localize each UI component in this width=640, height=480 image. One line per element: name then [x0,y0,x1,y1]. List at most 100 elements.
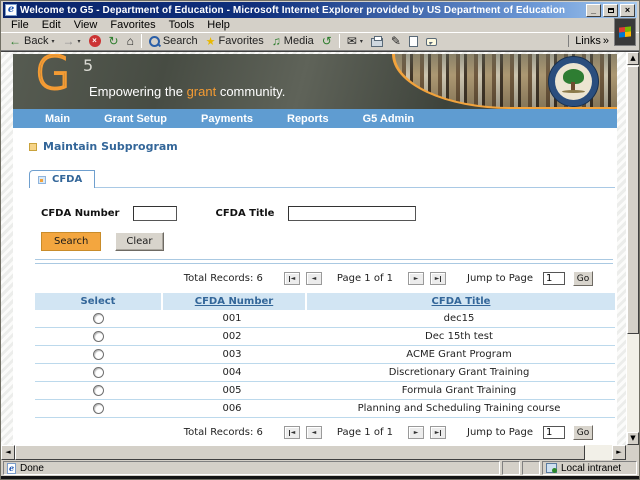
cfda-title-input[interactable] [288,206,416,221]
browser-window: e Welcome to G5 - Department of Educatio… [0,0,640,480]
home-button[interactable]: ⌂ [123,34,138,48]
cfda-number-input[interactable] [133,206,177,221]
print-button[interactable] [367,35,387,48]
refresh-button[interactable]: ↻ [105,34,123,48]
status-text: Done [20,463,44,474]
total-records-label: Total Records: 6 [184,273,263,284]
nav-payments[interactable]: Payments [201,113,253,125]
horizontal-scrollbar[interactable]: ◄ ► [1,445,639,460]
stop-button[interactable]: × [85,34,105,48]
row-radio-button[interactable] [93,313,104,324]
jump-to-page-input[interactable] [543,426,565,439]
scroll-up-button[interactable]: ▲ [627,52,639,65]
media-button[interactable]: ♫ Media [268,34,318,48]
next-page-icon: ► [414,427,419,438]
cfda-number-cell: 004 [161,367,303,378]
first-page-icon: ◄ [291,273,296,284]
cfda-title-sort-link[interactable]: CFDA Title [432,296,491,307]
favorites-button[interactable]: ★ Favorites [202,34,268,49]
menu-tools[interactable]: Tools [163,18,201,32]
scroll-down-button[interactable]: ▼ [627,432,639,445]
toolbar-separator [141,34,142,48]
previous-page-icon: ◄ [312,273,317,284]
jump-to-page-label: Jump to Page [467,427,533,438]
previous-page-button[interactable]: ◄ [306,272,322,285]
last-page-button[interactable]: ► [430,272,446,285]
next-page-button[interactable]: ► [408,272,424,285]
vertical-scrollbar[interactable]: ▲ ▼ [626,52,639,445]
row-radio-button[interactable] [93,403,104,414]
g5-logo-5: 5 [83,56,93,75]
status-pane-small [502,461,520,475]
title-bar: e Welcome to G5 - Department of Educatio… [3,2,637,18]
tab-cfda[interactable]: CFDA [29,170,95,188]
tab-cfda-label: CFDA [52,174,82,185]
links-chevron-icon: » [603,35,609,47]
menu-help[interactable]: Help [201,18,236,32]
back-dropdown-icon[interactable]: ▾ [51,38,54,45]
vertical-scroll-track[interactable] [627,334,639,432]
row-radio-button[interactable] [93,331,104,342]
g5-banner: G 5 Empowering the grant community. [13,54,617,109]
next-page-button[interactable]: ► [408,426,424,439]
messenger-button[interactable] [422,36,441,47]
nav-main[interactable]: Main [45,113,70,125]
restore-button[interactable] [603,4,618,17]
refresh-icon: ↻ [109,35,119,47]
first-page-button[interactable]: ◄ [284,426,300,439]
page-content: Maintain Subprogram CFDA CFDA Number CFD… [13,128,617,445]
row-radio-button[interactable] [93,385,104,396]
cfda-title-label: CFDA Title [215,208,274,219]
cfda-title-cell: ACME Grant Program [303,349,615,360]
table-row: 002 Dec 15th test [35,328,615,346]
forward-dropdown-icon[interactable]: ▾ [77,38,80,45]
home-icon: ⌂ [127,35,134,47]
ie-app-icon: e [5,4,17,16]
first-page-button[interactable]: ◄ [284,272,300,285]
nav-grant-setup[interactable]: Grant Setup [104,113,167,125]
scroll-left-button[interactable]: ◄ [1,445,15,460]
scroll-right-button[interactable]: ► [612,445,626,460]
close-button[interactable]: × [620,4,635,17]
forward-button[interactable]: → ▾ [58,34,84,48]
cfda-number-cell: 001 [161,313,303,324]
pagination-top: Total Records: 6 ◄ ◄ Page 1 of 1 ► ► Jum… [29,264,617,293]
cfda-number-sort-link[interactable]: CFDA Number [195,296,273,307]
clear-button[interactable]: Clear [115,232,163,251]
previous-page-button[interactable]: ◄ [306,426,322,439]
discuss-button[interactable] [405,35,422,48]
local-intranet-icon [546,463,557,473]
links-bar[interactable]: Links » [568,35,609,47]
vertical-scroll-thumb[interactable] [627,66,639,334]
form-buttons: Search Clear [41,232,617,251]
last-page-icon: ► [435,427,440,438]
menu-view[interactable]: View [68,18,104,32]
search-submit-button[interactable]: Search [41,232,101,251]
restore-icon [608,8,614,13]
minimize-button[interactable]: _ [586,4,601,17]
search-button[interactable]: Search [145,34,202,48]
menu-favorites[interactable]: Favorites [104,18,161,32]
jump-to-page-input[interactable] [543,272,565,285]
last-page-button[interactable]: ► [430,426,446,439]
history-button[interactable]: ↺ [318,34,336,48]
tab-strip: CFDA [29,169,615,188]
tagline-highlight: grant [187,84,217,99]
go-button[interactable]: Go [573,271,593,286]
nav-reports[interactable]: Reports [287,113,329,125]
column-header-cfda-title: CFDA Title [307,293,615,310]
back-button[interactable]: ← Back ▾ [5,34,58,48]
row-radio-button[interactable] [93,367,104,378]
menu-edit[interactable]: Edit [36,18,67,32]
edit-button[interactable]: ✎ [387,34,405,48]
department-of-education-seal [548,56,599,107]
go-button[interactable]: Go [573,425,593,440]
mail-button[interactable]: ✉ ▾ [343,34,367,48]
page-background: G 5 Empowering the grant community. Main… [1,52,626,445]
menu-file[interactable]: File [5,18,35,32]
nav-g5-admin[interactable]: G5 Admin [363,113,415,125]
horizontal-scroll-track[interactable] [585,445,612,460]
mail-dropdown-icon[interactable]: ▾ [360,38,363,45]
row-radio-button[interactable] [93,349,104,360]
horizontal-scroll-thumb[interactable] [15,445,585,460]
